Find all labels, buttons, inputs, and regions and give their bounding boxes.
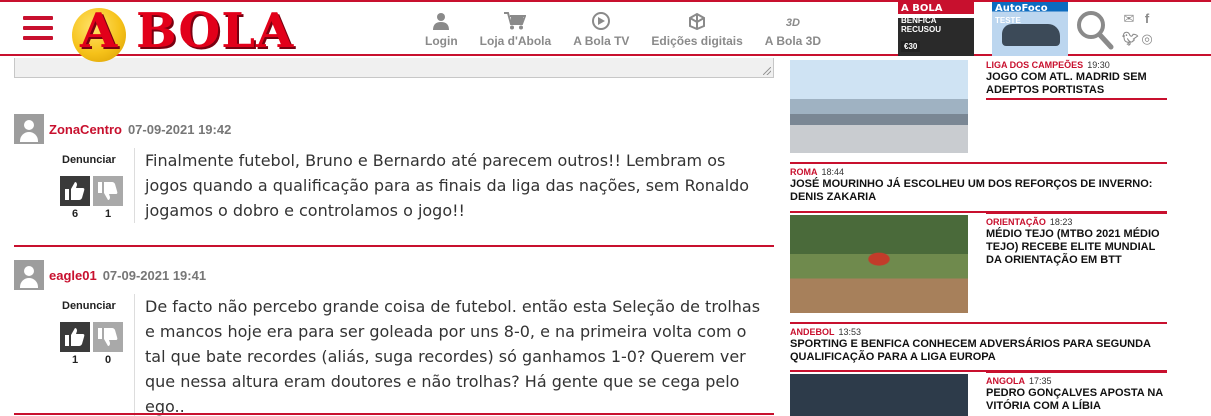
nav-shop-label: Loja d'Abola bbox=[479, 34, 552, 48]
comment-date: 07-09-2021 19:42 bbox=[127, 121, 232, 137]
comment-text: Finalmente futebol, Bruno e Bernardo até… bbox=[134, 148, 764, 223]
nav-login[interactable]: Login bbox=[425, 8, 458, 48]
comment-username[interactable]: ZonaCentro bbox=[49, 122, 122, 137]
thumbs-up-icon[interactable] bbox=[60, 176, 90, 206]
news-time: 13:53 bbox=[838, 327, 862, 337]
comment-actions: Denunciar 6 1 bbox=[60, 154, 128, 220]
search-icon[interactable] bbox=[1076, 10, 1114, 55]
news-time: 17:35 bbox=[1029, 376, 1052, 386]
news-category: ANDEBOL 13:53 bbox=[790, 326, 1167, 338]
news-category: ROMA 18:44 bbox=[790, 166, 1167, 178]
news-title[interactable]: MÉDIO TEJO (MTBO 2021 MÉDIO TEJO) RECEBE… bbox=[986, 228, 1166, 267]
news-item[interactable]: ROMA 18:44 JOSÉ MOURINHO JÁ ESCOLHEU UM D… bbox=[790, 166, 1167, 204]
news-divider bbox=[986, 98, 1167, 100]
comment-divider bbox=[14, 413, 774, 415]
newspaper-cover[interactable]: A BOLA BENFICA RECUSOU €30 bbox=[898, 2, 974, 56]
news-time: 18:23 bbox=[1049, 217, 1073, 227]
dislike-count: 1 bbox=[104, 208, 112, 220]
instagram-icon[interactable]: ◎ bbox=[1140, 32, 1154, 46]
cover-brand: A BOLA bbox=[901, 3, 943, 14]
car-image bbox=[1002, 24, 1060, 46]
like-count: 1 bbox=[71, 354, 79, 366]
site-header: A BOLA Login Loja d'Abola A Bola TV Ediç… bbox=[0, 0, 1211, 62]
comment-body: Denunciar 1 0 De facto não percebo grand… bbox=[14, 290, 774, 416]
comment-header: eagle01 07-09-2021 19:41 bbox=[14, 260, 774, 290]
nav-login-label: Login bbox=[425, 34, 458, 48]
thumbs-up-icon[interactable] bbox=[60, 322, 90, 352]
user-icon bbox=[433, 13, 450, 30]
news-title[interactable]: JOGO COM ATL. MADRID SEM ADEPTOS PORTIST… bbox=[986, 71, 1166, 97]
3d-icon: 3D bbox=[785, 17, 800, 29]
magazine-cover[interactable]: AutoFoco TESTE bbox=[992, 2, 1068, 56]
news-image[interactable] bbox=[790, 374, 968, 416]
comment: ZonaCentro 07-09-2021 19:42 Denunciar 6 bbox=[14, 114, 774, 244]
thumbs-down-icon[interactable] bbox=[93, 176, 123, 206]
news-image[interactable] bbox=[790, 60, 968, 153]
avatar bbox=[14, 114, 44, 144]
news-divider bbox=[986, 371, 1167, 373]
comment-username[interactable]: eagle01 bbox=[49, 268, 97, 283]
news-category: LIGA DOS CAMPEÕES 19:30 bbox=[986, 59, 1166, 71]
news-category: ANGOLA 17:35 bbox=[986, 375, 1166, 387]
news-category-label: ROMA bbox=[790, 167, 818, 177]
nav-tv-label: A Bola TV bbox=[573, 34, 630, 48]
menu-icon[interactable] bbox=[23, 16, 53, 40]
nav-digital-label: Edições digitais bbox=[651, 34, 743, 48]
resize-handle[interactable] bbox=[763, 67, 771, 75]
news-divider bbox=[986, 212, 1167, 214]
news-item[interactable]: ANDEBOL 13:53 SPORTING E BENFICA CONHECEM… bbox=[790, 326, 1167, 364]
comment-header: ZonaCentro 07-09-2021 19:42 bbox=[14, 114, 774, 144]
news-category-label: ANDEBOL bbox=[790, 327, 835, 337]
news-divider bbox=[790, 162, 1167, 164]
dislike-count: 0 bbox=[104, 354, 112, 366]
cover-brand: AutoFoco bbox=[995, 3, 1048, 14]
gift-icon bbox=[689, 12, 706, 30]
nav-digital[interactable]: Edições digitais bbox=[651, 8, 743, 48]
avatar bbox=[14, 260, 44, 290]
nav-shop[interactable]: Loja d'Abola bbox=[479, 8, 552, 48]
comment-actions: Denunciar 1 0 bbox=[60, 300, 128, 366]
report-button[interactable]: Denunciar bbox=[60, 154, 128, 166]
nav-3d-label: A Bola 3D bbox=[764, 34, 822, 48]
thumbs-down-icon[interactable] bbox=[93, 322, 123, 352]
cover-headline: BENFICA RECUSOU bbox=[901, 16, 942, 34]
mail-icon[interactable]: ✉ bbox=[1122, 12, 1136, 26]
news-title[interactable]: JOSÉ MOURINHO JÁ ESCOLHEU UM DOS REFORÇO… bbox=[790, 178, 1167, 204]
news-divider bbox=[790, 322, 1167, 324]
news-category-label: LIGA DOS CAMPEÕES bbox=[986, 60, 1084, 70]
news-time: 18:44 bbox=[821, 167, 845, 177]
comments-section: ZonaCentro 07-09-2021 19:42 Denunciar 6 bbox=[0, 58, 790, 416]
comment-textarea[interactable] bbox=[14, 58, 774, 78]
report-button[interactable]: Denunciar bbox=[60, 300, 128, 312]
comment: eagle01 07-09-2021 19:41 Denunciar 1 0 D… bbox=[14, 260, 774, 416]
nav-tv[interactable]: A Bola TV bbox=[573, 8, 629, 48]
nav-3d[interactable]: 3D A Bola 3D bbox=[765, 8, 821, 48]
main-nav: Login Loja d'Abola A Bola TV Edições dig… bbox=[425, 8, 843, 54]
news-title[interactable]: SPORTING E BENFICA CONHECEM ADVERSÁRIOS … bbox=[790, 338, 1167, 364]
news-category-label: ANGOLA bbox=[986, 376, 1025, 386]
like-count: 6 bbox=[71, 208, 79, 220]
logo-text: A BOLA bbox=[80, 3, 295, 59]
cart-icon bbox=[504, 12, 527, 30]
news-time: 19:30 bbox=[1087, 60, 1110, 70]
twitter-icon[interactable]: 🐦︎ bbox=[1122, 32, 1139, 46]
social-links: ✉ f 🐦︎ ◎ bbox=[1122, 12, 1158, 46]
comment-divider bbox=[14, 245, 774, 247]
comment-body: Denunciar 6 1 Finalmente futebol, Bruno … bbox=[14, 144, 774, 244]
news-sidebar: LIGA DOS CAMPEÕES 19:30 JOGO COM ATL. MAD… bbox=[790, 58, 1170, 416]
comment-text: De facto não percebo grande coisa de fut… bbox=[134, 294, 764, 416]
news-image[interactable] bbox=[790, 215, 968, 313]
comment-date: 07-09-2021 19:41 bbox=[102, 267, 207, 283]
cover-price: €30 bbox=[901, 41, 921, 52]
tv-icon bbox=[592, 12, 611, 30]
news-category-label: ORIENTAÇÃO bbox=[986, 217, 1046, 227]
news-category: ORIENTAÇÃO 18:23 bbox=[986, 216, 1166, 228]
site-logo[interactable]: A BOLA bbox=[70, 3, 380, 62]
facebook-icon[interactable]: f bbox=[1140, 12, 1154, 26]
news-title[interactable]: PEDRO GONÇALVES APOSTA NA VITÓRIA COM A … bbox=[986, 387, 1166, 413]
